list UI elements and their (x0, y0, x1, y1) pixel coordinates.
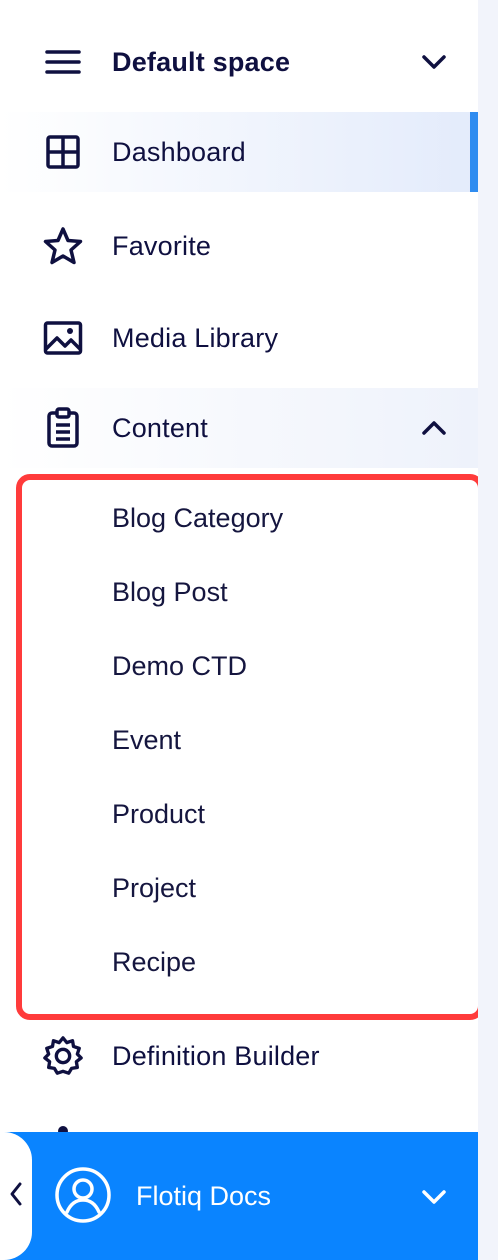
nav-label-dashboard: Dashboard (112, 136, 246, 167)
content-type-item[interactable]: Demo CTD (112, 651, 247, 682)
user-circle-icon (54, 1166, 112, 1224)
space-name: Default space (112, 46, 291, 77)
content-type-item[interactable]: Project (112, 873, 196, 904)
nav-item-media-library[interactable]: Media Library (0, 298, 478, 378)
nav-item-favorite[interactable]: Favorite (0, 206, 478, 286)
active-indicator (470, 112, 478, 192)
chevron-down-icon[interactable] (414, 1177, 454, 1217)
nav-label-content: Content (112, 412, 208, 443)
nav-label-favorite: Favorite (112, 230, 212, 261)
chevron-up-icon[interactable] (414, 408, 454, 448)
content-types-submenu (16, 474, 484, 1020)
clipboard-icon (42, 407, 84, 449)
content-type-item[interactable]: Event (112, 725, 181, 756)
content-type-item[interactable]: Recipe (112, 947, 196, 978)
content-type-item[interactable]: Blog Post (112, 577, 228, 608)
grid-icon (42, 131, 84, 173)
nav-label-definition-builder: Definition Builder (112, 1040, 320, 1071)
scroll-track (478, 0, 498, 1260)
star-icon (42, 225, 84, 267)
content-type-item[interactable]: Blog Category (112, 503, 283, 534)
sidebar: Default space Dashboard Favorite Media L… (0, 0, 484, 1260)
chevron-down-icon[interactable] (414, 42, 454, 82)
space-selector[interactable]: Default space (0, 22, 478, 102)
nav-item-content[interactable]: Content (0, 388, 478, 468)
image-icon (42, 317, 84, 359)
content-type-item[interactable]: Product (112, 799, 205, 830)
chevron-left-icon (9, 1181, 23, 1212)
gear-icon (42, 1035, 84, 1077)
nav-item-dashboard[interactable]: Dashboard (0, 112, 478, 192)
account-name: Flotiq Docs (136, 1181, 272, 1211)
collapse-sidebar-button[interactable] (0, 1132, 32, 1260)
nav-item-definition-builder[interactable]: Definition Builder (0, 1016, 478, 1096)
nav-label-media-library: Media Library (112, 322, 279, 353)
hamburger-icon (42, 41, 84, 83)
